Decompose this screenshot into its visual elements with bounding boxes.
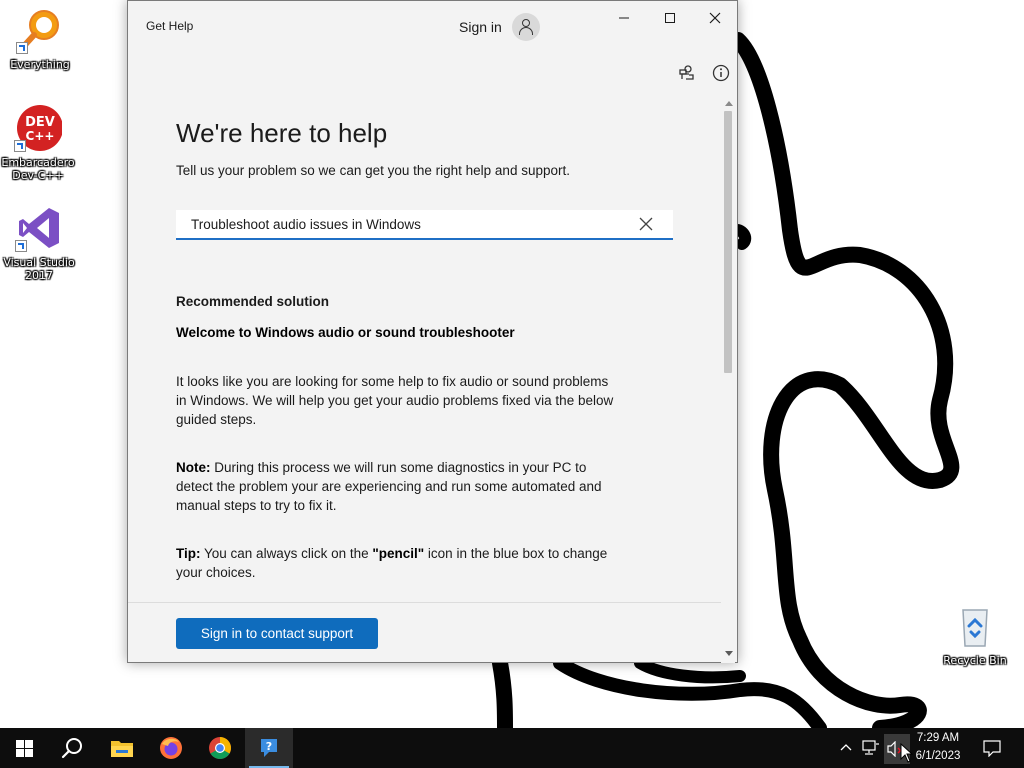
svg-text:DEV: DEV <box>25 115 55 130</box>
notifications-icon[interactable] <box>983 739 1001 757</box>
chrome-icon <box>209 737 231 759</box>
visual-studio-icon <box>15 204 63 252</box>
maximize-icon <box>665 13 675 23</box>
title-bar[interactable]: Get Help Sign in <box>128 1 737 51</box>
taskbar: ? 7:29 AM 6/1/2023 <box>0 728 1024 768</box>
desktop-icon-label: Recycle Bin <box>943 654 1007 667</box>
minimize-icon <box>619 17 629 19</box>
community-icon[interactable] <box>677 63 697 83</box>
desktop-icon-label: Visual Studio 2017 <box>3 256 75 282</box>
footer-divider <box>128 602 721 603</box>
taskbar-file-explorer[interactable] <box>98 728 146 768</box>
devcpp-icon: DEV C++ <box>14 104 63 152</box>
svg-text:C++: C++ <box>26 129 55 143</box>
tip-paragraph: Tip: You can always click on the "pencil… <box>176 544 626 582</box>
everything-magnifier-icon <box>16 6 64 54</box>
close-icon <box>709 12 721 24</box>
start-button[interactable] <box>0 728 48 768</box>
clock-time[interactable]: 7:29 AM <box>908 732 968 744</box>
note-label: Note: <box>176 460 211 475</box>
desktop-icon-recycle-bin[interactable]: Recycle Bin <box>937 602 1013 667</box>
solution-intro-paragraph: It looks like you are looking for some h… <box>176 374 614 427</box>
scroll-down-arrow-icon[interactable] <box>725 651 733 657</box>
maximize-button[interactable] <box>647 1 693 35</box>
sign-in-link[interactable]: Sign in <box>459 19 502 35</box>
desktop-icon-label: Embarcadero Dev-C++ <box>1 156 75 182</box>
clear-search-icon[interactable] <box>639 217 653 231</box>
recycle-bin-icon <box>951 602 999 650</box>
pencil-keyword: "pencil" <box>372 546 425 561</box>
avatar-icon[interactable] <box>512 13 540 41</box>
tip-text: You can always click on the <box>200 546 373 561</box>
start-icon <box>16 740 33 757</box>
note-text: During this process we will run some dia… <box>176 460 602 513</box>
page-title: We're here to help <box>176 118 388 148</box>
solution-title: Welcome to Windows audio or sound troubl… <box>176 325 515 340</box>
shortcut-arrow-icon <box>15 240 27 252</box>
taskbar-search-button[interactable] <box>48 728 96 768</box>
page-subtitle: Tell us your problem so we can get you t… <box>176 163 570 178</box>
clock-date[interactable]: 6/1/2023 <box>908 750 968 762</box>
desktop-icon-devcpp[interactable]: DEV C++ Embarcadero Dev-C++ <box>0 104 76 182</box>
search-icon <box>61 738 82 759</box>
info-icon[interactable] <box>711 63 731 83</box>
desktop-icon-visual-studio[interactable]: Visual Studio 2017 <box>1 204 77 282</box>
firefox-icon <box>160 737 182 759</box>
recommended-solution-label: Recommended solution <box>176 294 330 309</box>
taskbar-get-help[interactable]: ? <box>245 728 293 768</box>
desktop-icon-everything[interactable]: Everything <box>2 6 78 71</box>
get-help-icon: ? <box>261 739 277 757</box>
scroll-up-arrow-icon[interactable] <box>725 100 733 106</box>
taskbar-firefox[interactable] <box>147 728 195 768</box>
tip-label: Tip: <box>176 546 201 561</box>
shortcut-arrow-icon <box>16 42 28 54</box>
network-icon[interactable] <box>862 740 880 756</box>
get-help-window: Get Help Sign in We're here to help Tell… <box>127 0 738 663</box>
note-paragraph: Note: During this process we will run so… <box>176 458 606 515</box>
app-title: Get Help <box>146 19 194 33</box>
scrollbar-thumb[interactable] <box>724 111 732 373</box>
shortcut-arrow-icon <box>14 140 26 152</box>
search-input[interactable] <box>191 215 631 233</box>
search-box <box>176 210 673 240</box>
taskbar-chrome[interactable] <box>196 728 244 768</box>
contact-support-button[interactable]: Sign in to contact support <box>176 618 378 649</box>
minimize-button[interactable] <box>601 1 647 35</box>
show-hidden-icons-chevron-icon[interactable] <box>840 742 852 754</box>
file-explorer-icon <box>111 741 133 757</box>
svg-text:?: ? <box>266 740 272 753</box>
close-button[interactable] <box>692 1 738 35</box>
desktop-icon-label: Everything <box>10 58 70 71</box>
